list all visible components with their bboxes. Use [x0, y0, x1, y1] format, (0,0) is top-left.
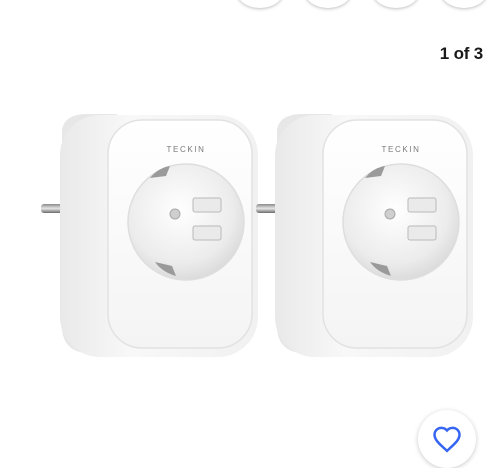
thumbnail-dot[interactable] — [304, 0, 352, 8]
heart-outline-icon — [433, 426, 461, 453]
thumbnail-dot[interactable] — [372, 0, 420, 8]
thumbnail-dot[interactable] — [236, 0, 284, 8]
thumbnail-dot[interactable] — [440, 0, 488, 8]
image-counter: 1 of 3 — [439, 44, 483, 63]
brand-logo-text: TECKIN — [167, 145, 206, 154]
add-to-watchlist-button[interactable] — [418, 410, 476, 468]
brand-logo-text: TECKIN — [382, 145, 421, 154]
product-image[interactable]: TECKIN TECKIN — [0, 100, 500, 400]
smart-plug-right: TECKIN — [256, 114, 473, 357]
smart-plug-left: TECKIN — [41, 114, 258, 357]
